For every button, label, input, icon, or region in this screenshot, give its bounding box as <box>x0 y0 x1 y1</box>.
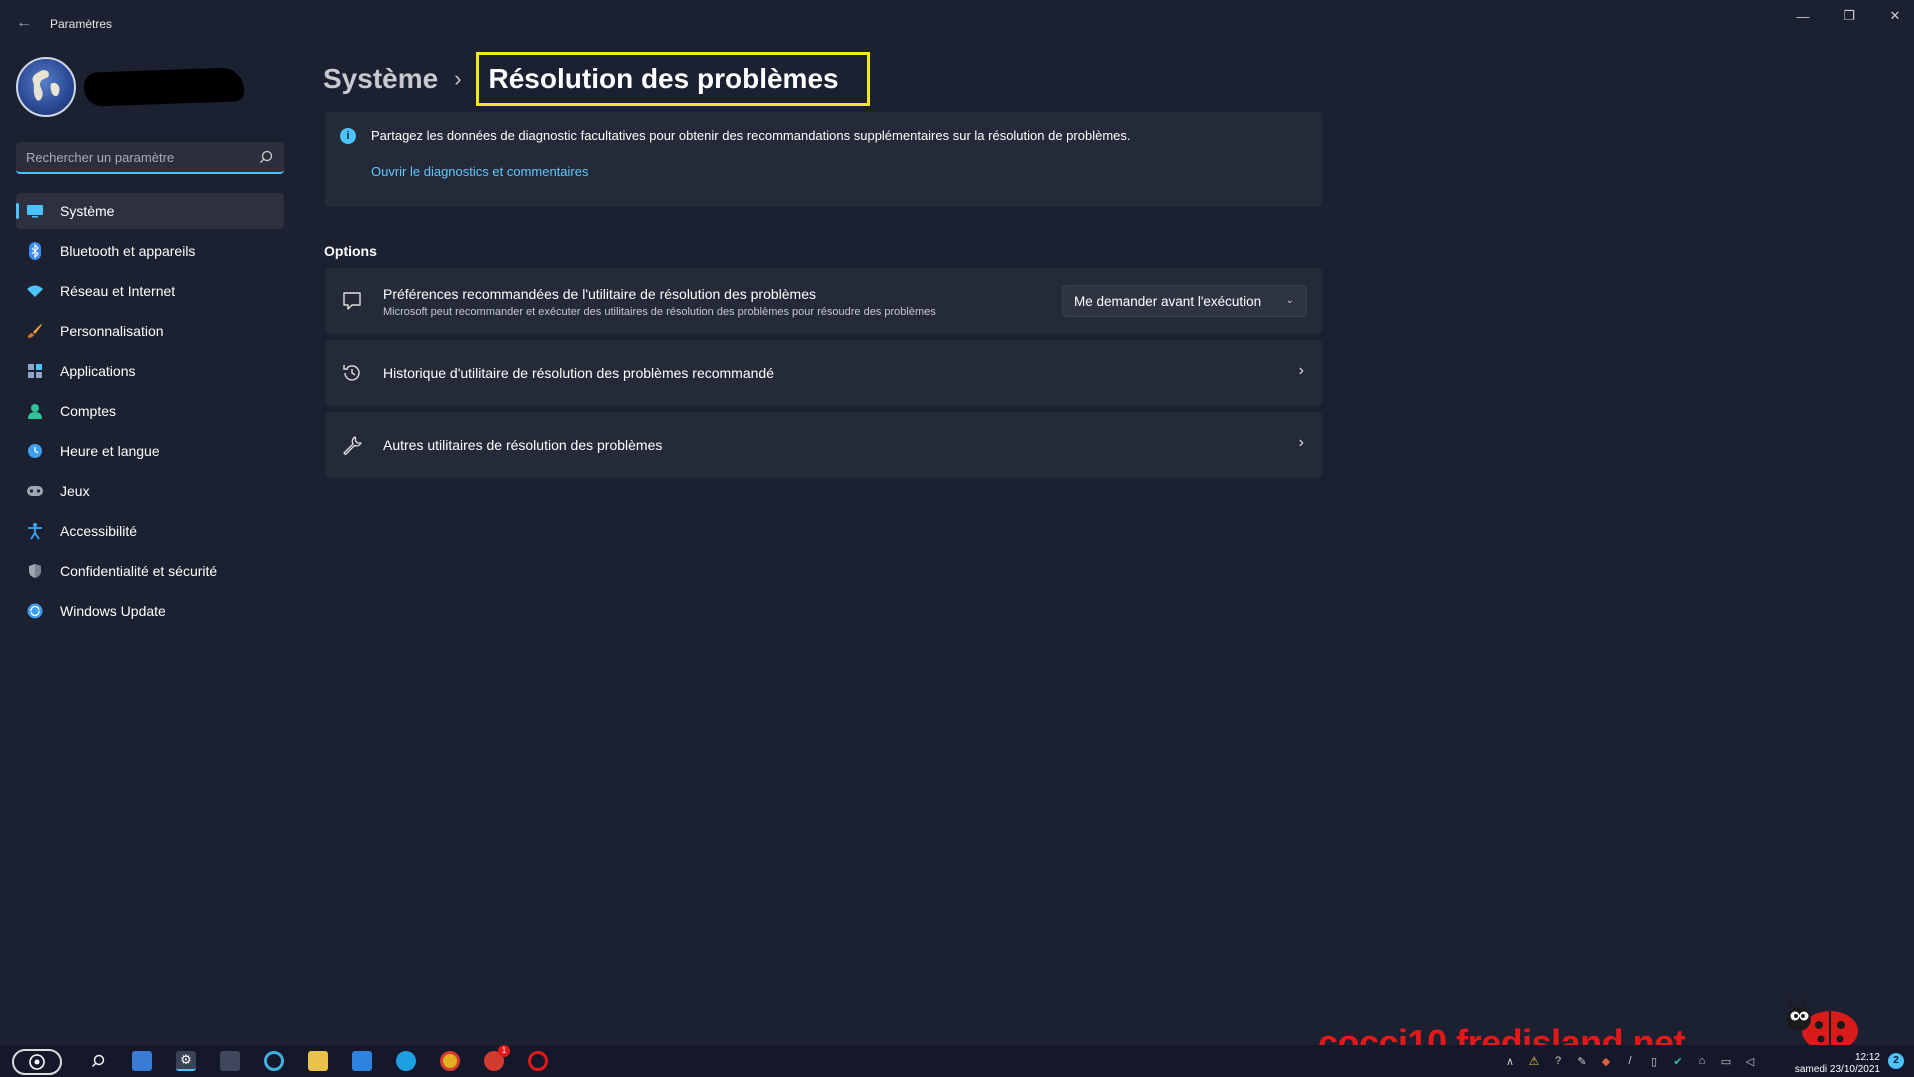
shield-icon <box>26 562 44 580</box>
sidebar-item-label: Windows Update <box>60 603 166 619</box>
app-title: Paramètres <box>50 17 113 31</box>
lock-tray-icon[interactable]: ⌂ <box>1692 1051 1712 1071</box>
sidebar-item-applications[interactable]: Applications <box>16 353 284 389</box>
sidebar-item-label: Applications <box>60 363 136 379</box>
chrome-browser-icon[interactable] <box>440 1051 460 1071</box>
monitor-icon <box>26 202 44 220</box>
tray-clock[interactable]: 12:12 samedi 23/10/2021 <box>1795 1052 1880 1076</box>
volume-tray-icon[interactable]: ◁ <box>1740 1051 1760 1071</box>
sidebar-item-windows-update[interactable]: Windows Update <box>16 593 284 629</box>
sidebar-item-bluetooth[interactable]: Bluetooth et appareils <box>16 233 284 269</box>
sidebar-item-jeux[interactable]: Jeux <box>16 473 284 509</box>
sidebar-item-label: Bluetooth et appareils <box>60 243 196 259</box>
notification-app-icon[interactable]: 1 <box>484 1045 510 1071</box>
settings-app-icon[interactable]: ⚙ <box>176 1051 196 1071</box>
page-title: Résolution des problèmes <box>475 52 870 106</box>
accessibility-icon <box>26 522 44 540</box>
globe-clock-icon <box>26 442 44 460</box>
diagnostics-link[interactable]: Ouvrir le diagnostics et commentaires <box>371 164 588 179</box>
search-icon[interactable] <box>258 149 274 165</box>
clock-time: 12:12 <box>1854 1052 1880 1063</box>
sidebar-item-comptes[interactable]: Comptes <box>16 393 284 429</box>
opera-browser-icon[interactable] <box>528 1051 548 1071</box>
avatar[interactable] <box>16 57 76 117</box>
breadcrumb: Système › Résolution des problèmes <box>323 52 870 106</box>
refresh-app-icon[interactable] <box>264 1051 284 1071</box>
update-icon <box>26 602 44 620</box>
wifi-icon <box>26 282 44 300</box>
badge-count: 1 <box>498 1045 510 1057</box>
sync-tray-icon[interactable]: ✎ <box>1572 1051 1592 1071</box>
history-icon <box>343 365 360 381</box>
close-button[interactable]: ✕ <box>1872 0 1914 32</box>
diagnostic-info-card: i Partagez les données de diagnostic fac… <box>325 112 1322 207</box>
help-tray-icon[interactable]: ? <box>1548 1051 1568 1071</box>
app-tray-icon[interactable]: ◆ <box>1596 1051 1616 1071</box>
globe-icon <box>32 70 60 101</box>
title-bar: ← Paramètres — ❐ ✕ <box>0 0 1914 46</box>
row-title: Historique d'utilitaire de résolution de… <box>383 365 774 381</box>
wrench-icon <box>343 436 362 456</box>
warning-tray-icon[interactable]: ⚠ <box>1524 1051 1544 1071</box>
sidebar-item-label: Jeux <box>60 483 90 499</box>
start-button[interactable] <box>12 1049 62 1075</box>
chevron-right-icon: › <box>1298 434 1304 451</box>
other-troubleshooters-row[interactable]: Autres utilitaires de résolution des pro… <box>325 412 1322 478</box>
options-section-title: Options <box>324 243 377 259</box>
sidebar-item-systeme[interactable]: Système <box>16 193 284 229</box>
search-icon[interactable] <box>88 1051 108 1071</box>
mail-app-icon[interactable] <box>132 1051 152 1071</box>
row-title: Préférences recommandées de l'utilitaire… <box>383 286 817 302</box>
edge-browser-icon[interactable] <box>396 1051 416 1071</box>
sidebar-item-accessibilite[interactable]: Accessibilité <box>16 513 284 549</box>
history-row[interactable]: Historique d'utilitaire de résolution de… <box>325 340 1322 406</box>
sidebar-item-label: Système <box>60 203 115 219</box>
file-explorer-icon[interactable] <box>220 1051 240 1071</box>
store-app-icon[interactable] <box>308 1051 328 1071</box>
sidebar-item-label: Accessibilité <box>60 523 138 539</box>
pen-tray-icon[interactable]: / <box>1620 1051 1640 1071</box>
bluetooth-icon <box>26 242 44 260</box>
chat-bubble-icon <box>343 292 361 310</box>
brush-icon <box>26 322 44 340</box>
tray-overflow-icon[interactable]: ∧ <box>1500 1051 1520 1071</box>
sidebar-item-personnalisation[interactable]: Personnalisation <box>16 313 284 349</box>
redacted-username <box>83 67 245 107</box>
chevron-down-icon: ⌄ <box>1285 295 1294 306</box>
gamepad-icon <box>26 482 44 500</box>
breadcrumb-parent[interactable]: Système <box>323 63 438 95</box>
search-box[interactable] <box>16 142 284 174</box>
minimize-button[interactable]: — <box>1780 0 1826 32</box>
clock-date: samedi 23/10/2021 <box>1794 1064 1880 1075</box>
sidebar-item-label: Heure et langue <box>60 443 160 459</box>
maximize-button[interactable]: ❐ <box>1826 0 1872 32</box>
device-tray-icon[interactable]: ▯ <box>1644 1051 1664 1071</box>
sidebar-item-reseau[interactable]: Réseau et Internet <box>16 273 284 309</box>
teamviewer-icon[interactable] <box>352 1051 372 1071</box>
sidebar-item-label: Personnalisation <box>60 323 164 339</box>
chevron-right-icon: › <box>1298 362 1304 379</box>
preferences-dropdown[interactable]: Me demander avant l'exécution ⌄ <box>1062 285 1307 317</box>
sidebar-nav: Système Bluetooth et appareils Réseau et… <box>16 193 284 633</box>
dropdown-value: Me demander avant l'exécution <box>1074 293 1262 309</box>
sidebar-item-label: Confidentialité et sécurité <box>60 563 218 579</box>
notification-center-badge[interactable]: 2 <box>1888 1053 1904 1069</box>
apps-icon <box>26 362 44 380</box>
info-text: Partagez les données de diagnostic facul… <box>371 128 1131 143</box>
person-icon <box>26 402 44 420</box>
chevron-right-icon: › <box>454 66 462 91</box>
recommended-preferences-row: Préférences recommandées de l'utilitaire… <box>325 268 1322 334</box>
sidebar-item-label: Réseau et Internet <box>60 283 176 299</box>
row-subtitle: Microsoft peut recommander et exécuter d… <box>383 306 936 318</box>
search-input[interactable] <box>26 142 246 172</box>
sidebar-item-heure-langue[interactable]: Heure et langue <box>16 433 284 469</box>
sidebar-item-confidentialite[interactable]: Confidentialité et sécurité <box>16 553 284 589</box>
network-tray-icon[interactable]: ▭ <box>1716 1051 1736 1071</box>
row-title: Autres utilitaires de résolution des pro… <box>383 437 663 453</box>
security-tray-icon[interactable]: ✔ <box>1668 1051 1688 1071</box>
info-icon: i <box>340 128 356 144</box>
sidebar-item-label: Comptes <box>60 403 117 419</box>
taskbar: ⚙ 1 ∧ ⚠ ? ✎ ◆ / ▯ ✔ ⌂ ▭ ◁ 12:12 samedi 2… <box>0 1045 1914 1077</box>
back-arrow-icon[interactable]: ← <box>14 13 34 33</box>
